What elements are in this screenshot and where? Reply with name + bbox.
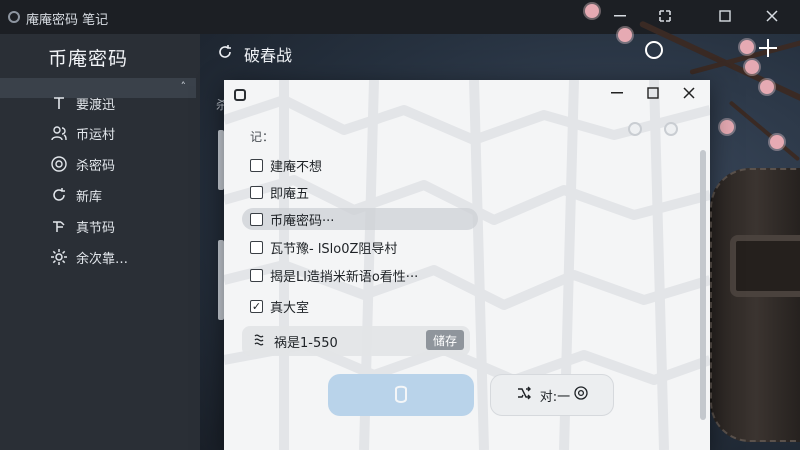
shield-icon [395,385,407,403]
checkbox-box[interactable] [250,212,263,226]
title-bar: 庵庵密码 笔记 [0,0,800,34]
sidebar-item-label: 余次靠… [76,251,129,267]
sidebar-item-5[interactable]: 余次靠… [50,246,128,268]
sidebar-item-label: 杀密码 [76,158,116,174]
close-icon [683,87,695,99]
checkbox-box[interactable] [250,185,263,199]
sidebar-item-label: 币运村 [76,127,116,143]
text-cursor-icon [50,94,68,112]
option-label: 即庵五 [270,186,310,202]
circle-icon [645,41,663,59]
target-icon [50,155,68,173]
maximize-icon [719,10,731,22]
target-icon [574,386,588,404]
chevron-up-icon: ˄ [180,80,187,93]
gear-icon [50,248,68,266]
options-label: 记： [250,130,275,144]
pin-icon [659,10,671,22]
tree-icon [50,217,68,235]
sidebar-item-4[interactable]: 真节码 [50,215,115,237]
blossom [618,28,632,42]
option-checkbox-4[interactable]: 揭是Ll造捎米新语o看性··· [250,264,418,286]
leather-bag-strap [730,235,800,297]
primary-action-button[interactable] [328,374,474,416]
option-label: 真大室 [270,300,310,316]
option-checkbox-5[interactable]: ✓ 真大室 [250,295,309,317]
close-button[interactable] [752,2,792,30]
option-checkbox-3[interactable]: 瓦节豫- lSlo0Z阻导村 [250,236,397,258]
shuffle-icon [516,385,532,405]
save-range-button[interactable]: 储存 [425,330,464,350]
checkbox-box[interactable] [250,268,263,282]
sidebar-item-0[interactable]: 要渡迅 [50,92,115,114]
checkbox-box[interactable] [250,158,263,172]
wave-icon [254,332,268,350]
leather-bag [710,168,800,442]
crosshair-icon [759,39,777,57]
range-label: 祸是1-550 [274,335,338,351]
window-icon [234,89,246,101]
blossom [585,4,599,18]
people-icon [50,124,68,142]
dialog: 记： 建庵不想 即庵五 币庵密码··· 瓦节豫- lSlo0Z阻导村 揭是Ll造… [224,80,710,450]
checkbox-box[interactable]: ✓ [250,299,263,313]
blossom [740,40,754,54]
checkmark-icon: ✓ [251,299,262,313]
dialog-minimize-button[interactable] [600,82,634,104]
sidebar-heading: 币庵密码 [48,48,129,70]
blossom [760,80,774,94]
option-label: 币庵密码··· [270,213,335,229]
dialog-close-button[interactable] [672,82,706,104]
app-logo-icon [8,11,20,23]
option-dot-button[interactable] [664,122,678,136]
dialog-scrollbar[interactable] [700,150,706,420]
main-heading: 破春战 [216,42,292,66]
refresh-icon [50,186,68,204]
minimize-icon [614,15,626,17]
option-checkbox-2[interactable]: 币庵密码··· [242,208,478,230]
blossom [745,60,759,74]
option-label: 瓦节豫- lSlo0Z阻导村 [270,241,398,257]
range-row: 祸是1-550 储存 [242,326,470,356]
sidebar-item-label: 真节码 [76,220,116,236]
app-title: 庵庵密码 笔记 [26,13,109,28]
dialog-maximize-button[interactable] [636,82,670,104]
option-label: 建庵不想 [270,159,323,175]
close-icon [766,10,778,22]
sidebar-item-label: 新库 [76,189,103,205]
main-title: 破春战 [244,46,293,65]
maximize-button[interactable] [705,2,745,30]
option-checkbox-0[interactable]: 建庵不想 [250,154,322,176]
sidebar-item-2[interactable]: 杀密码 [50,153,115,175]
blossom [720,120,734,134]
move-button[interactable] [758,38,778,62]
sidebar-item-3[interactable]: 新库 [50,184,102,206]
minimize-button[interactable] [600,2,640,30]
sidebar-item-label: 要渡迅 [76,97,116,113]
blossom [770,135,784,149]
checkbox-box[interactable] [250,240,263,254]
option-dot-button[interactable] [628,122,642,136]
option-label: 揭是Ll造捎米新语o看性··· [270,269,419,285]
secondary-action-label: 对:一 [539,389,571,405]
secondary-action-button[interactable]: 对:一 [490,374,614,416]
maximize-icon [647,87,659,99]
option-checkbox-1[interactable]: 即庵五 [250,181,309,203]
sidebar-item-1[interactable]: 币运村 [50,122,115,144]
record-button[interactable] [644,40,664,64]
refresh-icon [216,43,234,65]
sidebar: 币庵密码 ˄ 要渡迅 币运村 杀密码 新库 真节码 余次靠… [0,34,200,450]
dialog-title-bar [224,80,710,106]
minimize-icon [611,92,623,94]
